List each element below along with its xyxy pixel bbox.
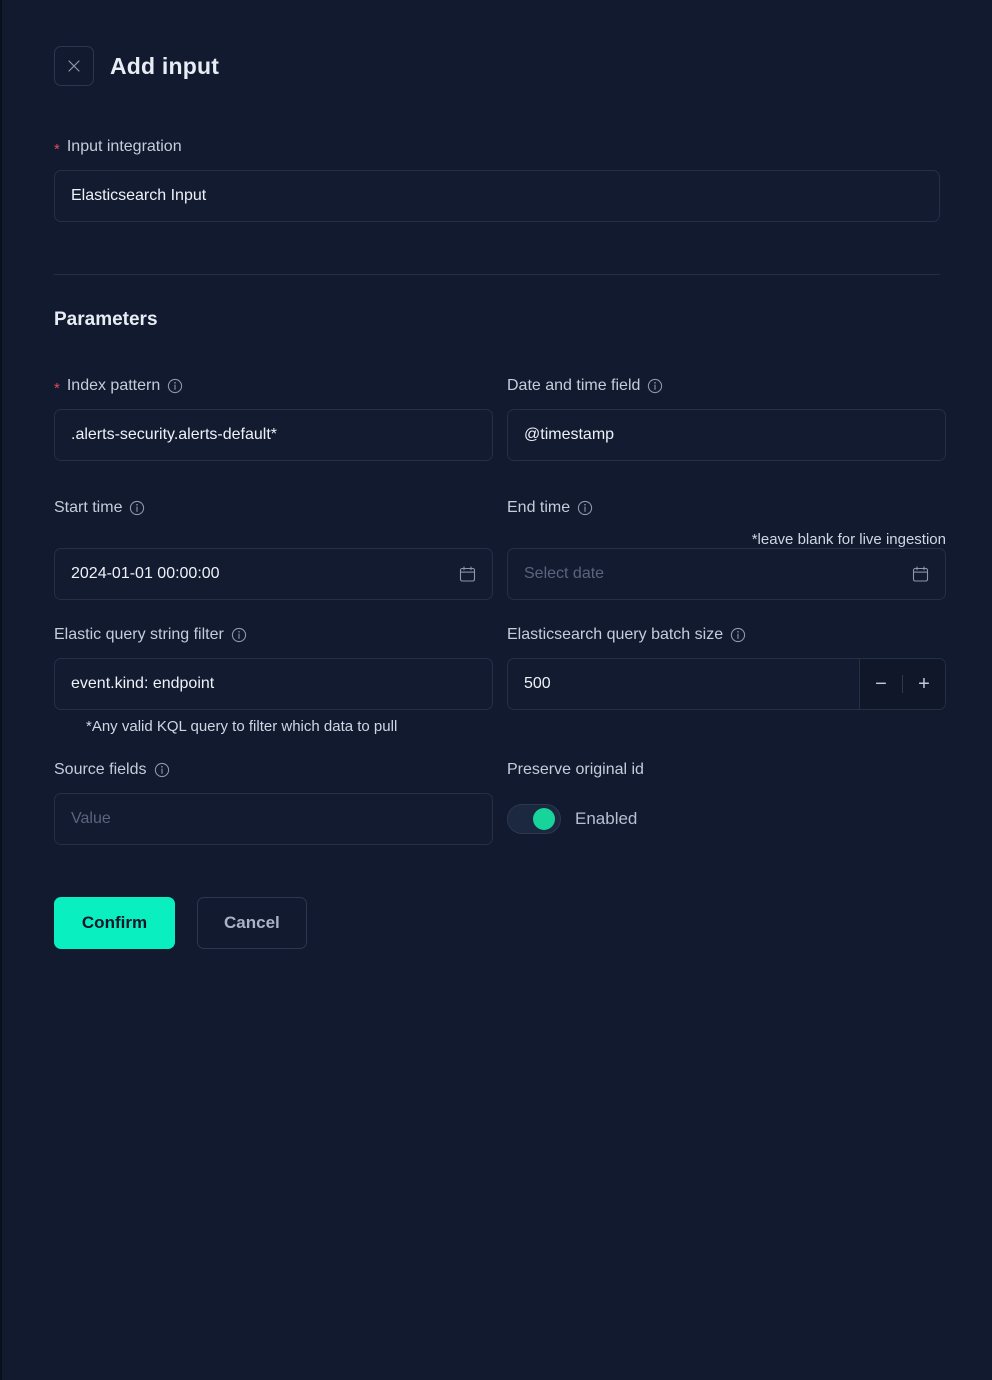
row-spacer <box>54 600 940 626</box>
start-time-input[interactable]: 2024-01-01 00:00:00 <box>54 548 493 600</box>
preserve-original-id-toggle[interactable] <box>507 804 561 834</box>
batch-size-label: Elasticsearch query batch size <box>507 626 946 644</box>
parameters-row-1: * Index pattern .alerts-security.alerts-… <box>54 377 946 461</box>
input-integration-select[interactable]: Elasticsearch Input <box>54 170 940 222</box>
date-time-field-input[interactable]: @timestamp <box>507 409 946 461</box>
preserve-original-id-group: Preserve original id Enabled <box>507 761 946 845</box>
preserve-original-id-toggle-row: Enabled <box>507 793 946 845</box>
info-circle-icon[interactable] <box>647 378 663 394</box>
calendar-icon[interactable] <box>912 566 929 583</box>
end-time-input[interactable]: Select date <box>507 548 946 600</box>
query-string-filter-label: Elastic query string filter <box>54 626 493 644</box>
info-circle-icon[interactable] <box>167 378 183 394</box>
index-pattern-value: .alerts-security.alerts-default* <box>71 426 277 443</box>
end-time-placeholder: Select date <box>524 565 605 582</box>
info-circle-icon-glyph <box>130 500 145 516</box>
preserve-original-id-label-text: Preserve original id <box>507 761 644 778</box>
toggle-knob <box>533 808 555 830</box>
index-pattern-label: * Index pattern <box>54 377 493 397</box>
close-icon-glyph <box>68 60 80 72</box>
input-integration-label-text: Input integration <box>66 138 182 155</box>
confirm-button[interactable]: Confirm <box>54 897 175 949</box>
info-circle-icon-glyph <box>577 500 593 516</box>
end-time-group: End time *leave blank for live ingestion… <box>507 499 946 600</box>
action-buttons: Confirm Cancel <box>2 845 992 949</box>
parameters-row-4: Source fields Value Preserve original id… <box>54 761 940 845</box>
info-circle-icon-glyph <box>648 378 663 394</box>
end-time-hint: *leave blank for live ingestion <box>751 531 946 548</box>
info-circle-icon-glyph <box>154 762 169 778</box>
input-integration-section: * Input integration Elasticsearch Input <box>2 138 992 275</box>
start-time-value: 2024-01-01 00:00:00 <box>71 565 220 582</box>
source-fields-label: Source fields <box>54 761 493 779</box>
add-input-panel: Add input * Input integration Elasticsea… <box>0 0 992 1380</box>
page-title: Add input <box>110 52 220 79</box>
info-circle-icon[interactable] <box>129 500 145 516</box>
parameters-row-3: Elastic query string filter event.kind: … <box>54 626 946 735</box>
chevron-down-icon[interactable] <box>908 192 923 201</box>
chevron-down-icon-glyph <box>908 192 923 201</box>
info-circle-icon[interactable] <box>231 627 247 643</box>
index-pattern-label-text: Index pattern <box>66 377 161 394</box>
calendar-icon-glyph <box>459 566 476 582</box>
source-fields-label-text: Source fields <box>54 761 147 778</box>
query-string-filter-value: event.kind: endpoint <box>71 675 215 692</box>
query-string-filter-group: Elastic query string filter event.kind: … <box>54 626 493 735</box>
input-integration-value: Elasticsearch Input <box>71 187 207 204</box>
increment-button[interactable]: + <box>903 659 945 709</box>
info-circle-icon[interactable] <box>730 627 746 643</box>
info-circle-icon-glyph <box>730 627 746 643</box>
source-fields-group: Source fields Value <box>54 761 493 845</box>
source-fields-placeholder: Value <box>71 810 111 827</box>
start-time-label: Start time <box>54 499 493 517</box>
parameters-row-2: Start time 2024-01-01 00:00:00 End time … <box>54 499 946 600</box>
query-string-filter-input[interactable]: event.kind: endpoint <box>54 658 493 710</box>
batch-size-value: 500 <box>524 675 551 692</box>
required-asterisk: * <box>54 379 60 397</box>
date-time-field-label-text: Date and time field <box>507 377 641 394</box>
index-pattern-input[interactable]: .alerts-security.alerts-default* <box>54 409 493 461</box>
panel-header: Add input <box>2 0 992 86</box>
date-time-field-label: Date and time field <box>507 377 946 395</box>
info-circle-icon-glyph <box>231 627 246 643</box>
start-time-label-text: Start time <box>54 499 123 516</box>
source-fields-input[interactable]: Value <box>54 793 493 845</box>
parameters-section: Parameters * Index pattern .alerts-secur… <box>2 275 992 845</box>
stepper-controls: − + <box>859 659 945 709</box>
row-spacer <box>54 461 940 499</box>
info-circle-icon-glyph <box>168 378 183 394</box>
preserve-original-id-label: Preserve original id <box>507 761 946 779</box>
info-circle-icon[interactable] <box>154 762 170 778</box>
batch-size-group: Elasticsearch query batch size 500 − + <box>507 626 946 735</box>
batch-size-stepper[interactable]: 500 − + <box>507 658 946 710</box>
calendar-icon[interactable] <box>459 566 476 583</box>
toggle-state-label: Enabled <box>575 809 638 828</box>
date-time-field-value: @timestamp <box>524 426 615 443</box>
batch-size-label-text: Elasticsearch query batch size <box>507 626 724 643</box>
query-string-filter-hint: *Any valid KQL query to filter which dat… <box>86 718 398 735</box>
cancel-button[interactable]: Cancel <box>197 897 307 949</box>
close-icon[interactable] <box>54 46 94 86</box>
end-time-label-text: End time <box>507 499 571 516</box>
date-time-field-group: Date and time field @timestamp <box>507 377 946 461</box>
index-pattern-group: * Index pattern .alerts-security.alerts-… <box>54 377 493 461</box>
required-asterisk: * <box>54 140 60 158</box>
start-time-group: Start time 2024-01-01 00:00:00 <box>54 499 493 600</box>
row-spacer <box>54 735 940 761</box>
decrement-button[interactable]: − <box>860 659 902 709</box>
end-time-label: End time <box>507 499 946 517</box>
calendar-icon-glyph <box>912 566 929 582</box>
info-circle-icon[interactable] <box>577 500 593 516</box>
query-string-filter-label-text: Elastic query string filter <box>54 626 224 643</box>
parameters-heading: Parameters <box>54 309 158 330</box>
input-integration-label: * Input integration <box>54 138 940 158</box>
